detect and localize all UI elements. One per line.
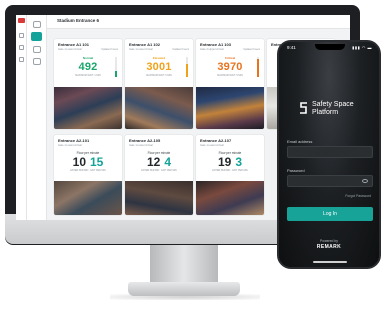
card-title: Entrance A2-107 bbox=[200, 138, 232, 143]
nav-item-camera-icon[interactable] bbox=[33, 58, 41, 65]
occupancy-value: 492 bbox=[78, 61, 98, 73]
camera-feed-image[interactable] bbox=[125, 181, 193, 215]
occupancy-value: 3001 bbox=[146, 61, 172, 73]
app-logo-icon[interactable] bbox=[18, 18, 25, 23]
password-field[interactable] bbox=[287, 175, 373, 187]
occupancy-value: 3970 bbox=[217, 61, 243, 73]
nav-item-people-icon[interactable] bbox=[33, 46, 41, 53]
wait-caption: MAXIMUM WAIT: 6 MIN bbox=[146, 74, 172, 77]
flow-captions: ENTER PER MIN · EXIT PER MIN bbox=[141, 170, 177, 172]
nav-item-search-icon[interactable] bbox=[33, 21, 41, 28]
camera-feed-image[interactable] bbox=[54, 181, 122, 215]
card-title: Entrance A1 101 bbox=[58, 42, 89, 47]
card-subtitle: Gate 1-Lower Arrival bbox=[129, 144, 153, 147]
brand-line-1: Safety Space bbox=[312, 101, 354, 108]
brand-line-2: Platform bbox=[312, 109, 339, 116]
email-field[interactable] bbox=[287, 146, 373, 158]
settings-icon[interactable] bbox=[19, 57, 24, 62]
wait-caption: MAXIMUM WAIT: 1 MIN bbox=[75, 74, 101, 77]
flow-values: 10 15 bbox=[54, 155, 122, 169]
grid-icon[interactable] bbox=[19, 45, 24, 50]
wait-caption: MAXIMUM WAIT: 9 MIN bbox=[217, 74, 243, 77]
card-title: Entrance A1 102 bbox=[129, 42, 160, 47]
card-title: Entrance A2-101 bbox=[58, 138, 90, 143]
flow-out-value: 4 bbox=[164, 155, 172, 169]
flow-captions: ENTER PER MIN · EXIT PER MIN bbox=[70, 170, 106, 172]
flow-card[interactable]: Entrance A2-101 Gate 1-Lower Arrival Flo… bbox=[54, 135, 122, 215]
card-updated: Updated 3 secs bbox=[172, 48, 189, 51]
email-label: Email address bbox=[287, 139, 313, 144]
monitor-stand-base bbox=[128, 282, 240, 296]
brand-name: Safety Space Platform bbox=[312, 101, 354, 117]
password-label: Password bbox=[287, 168, 305, 173]
eye-icon[interactable] bbox=[362, 179, 368, 183]
level-bar-fill bbox=[257, 59, 259, 77]
status-label: Critical bbox=[224, 56, 236, 60]
status-label: Elevated bbox=[152, 56, 166, 60]
camera-feed-image[interactable] bbox=[196, 181, 264, 215]
level-bar bbox=[257, 57, 259, 77]
marketing-mockup: Stadium Entrance 6 Entrance A1 101 Gate … bbox=[0, 0, 381, 311]
phone-notch bbox=[315, 44, 345, 50]
home-icon[interactable] bbox=[19, 33, 24, 38]
home-indicator bbox=[313, 261, 347, 263]
flow-values: 12 4 bbox=[125, 155, 193, 169]
card-subtitle: Gate 1-Lower Arrival bbox=[129, 48, 153, 51]
dashboard-header: Stadium Entrance 6 bbox=[47, 15, 350, 29]
side-navigation bbox=[27, 15, 47, 220]
vendor-logo: REMARK bbox=[316, 244, 342, 250]
card-subtitle: Gate 1-Lower Arrival bbox=[200, 144, 224, 147]
flow-card[interactable]: Entrance A2-105 Gate 1-Lower Arrival Flo… bbox=[125, 135, 193, 215]
flow-captions: ENTER PER MIN · EXIT PER MIN bbox=[212, 170, 248, 172]
monitor-stand-neck bbox=[150, 244, 218, 284]
level-bar bbox=[115, 57, 117, 77]
flow-in-value: 10 bbox=[72, 155, 86, 169]
forgot-password-link[interactable]: Forgot Password bbox=[345, 194, 371, 198]
flow-in-value: 19 bbox=[217, 155, 232, 169]
flow-card[interactable]: Entrance A2-107 Gate 1-Lower Arrival Flo… bbox=[196, 135, 264, 215]
level-bar-fill bbox=[115, 71, 117, 77]
card-subtitle: Gate 1-Lower Arrival bbox=[58, 48, 82, 51]
card-title: Entrance A2-105 bbox=[129, 138, 161, 143]
powered-by-label: Powered by bbox=[320, 239, 338, 243]
status-label: Normal bbox=[82, 56, 94, 60]
card-updated: Updated 3 secs bbox=[101, 48, 118, 51]
occupancy-card[interactable]: Entrance A1 103 Gate 2-Upper Arrival Upd… bbox=[196, 39, 264, 129]
nav-item-dashboard-icon[interactable] bbox=[31, 32, 42, 41]
flow-out-value: 15 bbox=[90, 155, 104, 169]
card-subtitle: Gate 1-Lower Arrival bbox=[58, 144, 82, 147]
status-time: 9:41 bbox=[287, 45, 296, 50]
camera-feed-image[interactable] bbox=[125, 87, 193, 129]
camera-feed-image[interactable] bbox=[196, 87, 264, 129]
login-button[interactable]: Log In bbox=[287, 207, 373, 221]
card-subtitle: Gate 2-Upper Arrival bbox=[200, 48, 224, 51]
card-title: Entrance A1 103 bbox=[200, 42, 231, 47]
level-bar bbox=[186, 57, 188, 77]
page-title: Stadium Entrance 6 bbox=[57, 18, 100, 23]
mobile-phone: 9:41 ▮▮▮ ◠ ▬ Safety Space Platform Email… bbox=[277, 40, 381, 269]
level-bar-fill bbox=[186, 64, 188, 77]
safety-space-logo-icon bbox=[300, 102, 307, 114]
occupancy-card[interactable]: Entrance A1 101 Gate 1-Lower Arrival Upd… bbox=[54, 39, 122, 129]
flow-out-value: 3 bbox=[235, 155, 243, 169]
flow-in-value: 12 bbox=[146, 155, 161, 169]
camera-feed-image[interactable] bbox=[54, 87, 122, 129]
occupancy-card[interactable]: Entrance A1 102 Gate 1-Lower Arrival Upd… bbox=[125, 39, 193, 129]
app-rail bbox=[16, 15, 27, 220]
card-updated: Updated 3 secs bbox=[243, 48, 260, 51]
status-icons: ▮▮▮ ◠ ▬ bbox=[352, 45, 372, 50]
flow-values: 19 3 bbox=[196, 155, 264, 169]
